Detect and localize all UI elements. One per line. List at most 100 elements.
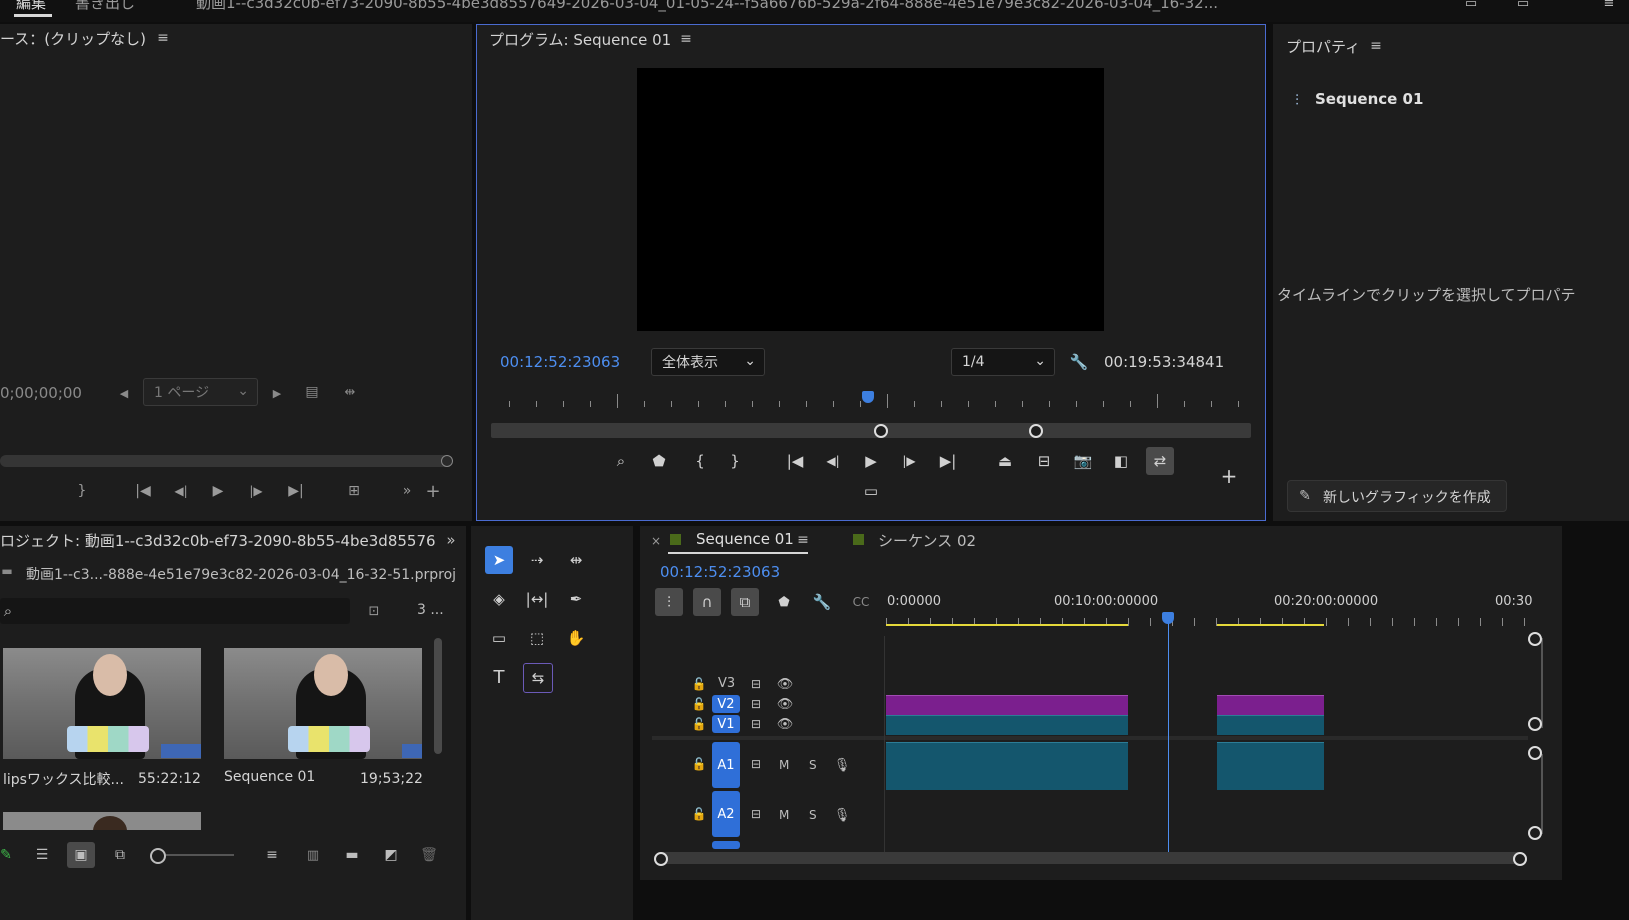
video-clip-v1[interactable] [1217,715,1324,735]
selection-tool-icon[interactable]: ➤ [485,546,513,574]
page-select[interactable]: 1 ページ ⌄ [143,378,258,406]
mute-button[interactable]: M [779,808,789,822]
fullscreen-icon[interactable]: ▭ [1514,0,1532,12]
insert-icon[interactable]: ⊞ [342,482,366,500]
panel-menu-icon[interactable]: ≡ [156,30,170,46]
sort-icon[interactable]: ≡ [263,846,281,864]
zoom-handle-right[interactable] [1029,424,1043,438]
write-protect-icon[interactable]: ✎ [0,846,12,864]
safe-margins-icon[interactable]: ▭ [857,477,885,505]
eye-icon[interactable]: 👁 [776,716,794,732]
solo-button[interactable]: S [809,758,817,772]
track-output-icon[interactable]: ⊟ [747,806,765,822]
video-scrollbar[interactable] [1529,638,1543,728]
razor-tool-icon[interactable]: ◈ [485,585,513,613]
clip-thumbnail[interactable] [3,812,201,830]
zoom-handle-right[interactable] [1513,852,1527,866]
panel-menu-icon[interactable]: ≡ [796,532,810,548]
freeform-view-icon[interactable]: ⧉ [108,846,132,864]
project-scrollbar[interactable] [434,638,442,754]
step-back-icon[interactable]: ◀| [819,447,847,475]
sequence-thumbnail[interactable] [224,648,422,759]
trash-icon[interactable]: 🗑 [420,846,438,864]
audio-clip-a1[interactable] [1217,742,1324,790]
mark-out-icon[interactable]: } [721,447,749,475]
find-bin-icon[interactable]: ⊡ [364,602,384,620]
mark-out-icon[interactable]: } [76,482,88,500]
track-select-tool-icon[interactable]: ⇢ [523,546,551,574]
track-label-a1[interactable]: A1 [712,742,740,788]
zoom-slider-track[interactable] [166,854,234,856]
menu-icon[interactable]: ≡ [1600,0,1618,12]
timeline-settings-wrench-icon[interactable]: 🔧 [808,588,836,616]
track-output-icon[interactable]: ⊟ [747,756,765,772]
track-lock-icon[interactable]: 🔓 [692,676,707,692]
more-panels-icon[interactable]: » [444,531,458,549]
timeline-playhead-handle[interactable] [1162,612,1174,624]
workspace-icon[interactable]: ▭ [1462,0,1480,12]
video-clip-v2[interactable] [886,695,1128,715]
scroll-handle[interactable] [1528,826,1542,840]
zoom-handle-left[interactable] [654,852,668,866]
track-label-v1[interactable]: V1 [712,715,740,733]
timeline-playhead-line[interactable] [1168,616,1169,852]
generative-extend-tool-icon[interactable]: ⇆ [523,663,553,693]
new-item-icon[interactable]: ◩ [382,846,400,864]
audio-scrollbar[interactable] [1529,754,1543,834]
ripple-edit-tool-icon[interactable]: ⇹ [562,546,590,574]
track-output-icon[interactable]: ⊟ [747,676,765,692]
captions-icon[interactable]: CC [847,588,875,616]
transform-tool-icon[interactable]: ⬚ [523,624,551,652]
play-icon[interactable]: ▶ [857,447,885,475]
track-lock-icon[interactable]: 🔓 [692,756,707,772]
eye-icon[interactable]: 👁 [776,696,794,712]
track-label-v2[interactable]: V2 [712,695,740,713]
track-output-icon[interactable]: ⊟ [747,696,765,712]
play-icon[interactable]: ▶ [210,482,226,500]
program-playhead[interactable] [862,391,874,403]
mute-button[interactable]: M [779,758,789,772]
project-search-input[interactable] [0,598,350,624]
lift-icon[interactable]: ⏏ [991,447,1019,475]
comparison-view-icon[interactable]: ◧ [1107,447,1135,475]
new-bin-icon[interactable]: ▬ [342,846,362,864]
add-button-icon[interactable]: + [1215,462,1243,490]
clip-thumbnail[interactable] [3,648,201,759]
step-forward-icon[interactable]: |▶ [895,447,923,475]
icon-view-icon[interactable]: ▣ [67,842,95,868]
track-label-a2[interactable]: A2 [712,791,740,837]
mark-in-icon[interactable]: { [686,447,714,475]
go-to-in-icon[interactable]: |◀ [781,447,809,475]
work-area-bar[interactable] [1217,624,1324,626]
program-ruler[interactable] [509,393,1241,409]
add-button-icon[interactable]: + [425,481,441,502]
slip-tool-icon[interactable]: |↔| [523,585,551,613]
tab-export[interactable]: 書き出し [75,0,135,13]
nest-sequence-icon[interactable]: ⫶ [655,588,683,616]
track-lock-icon[interactable]: 🔓 [692,716,707,732]
wrench-icon[interactable]: 🔧 [1070,353,1089,371]
extract-icon[interactable]: ⊟ [1030,447,1058,475]
video-clip-v1[interactable] [886,715,1128,735]
program-current-timecode[interactable]: 00:12:52:23063 [500,353,620,371]
prev-page-icon[interactable]: ◀ [118,386,130,400]
audio-waveform-icon[interactable]: ⇹ [340,384,360,400]
panel-menu-icon[interactable]: ≡ [679,31,693,47]
add-marker-icon[interactable]: ⬟ [770,588,798,616]
zoom-slider-handle-icon[interactable] [150,848,166,864]
source-scrubber-handle[interactable] [441,455,453,467]
source-timecode[interactable]: 0;00;00;00 [0,384,82,402]
panel-menu-icon[interactable]: ≡ [1369,38,1383,54]
next-page-icon[interactable]: ▶ [271,386,283,400]
track-label-v3[interactable]: V3 [718,676,735,691]
microphone-icon[interactable]: 🎙 [834,806,851,824]
video-clip-v2[interactable] [1217,695,1324,715]
source-scrubber[interactable] [0,455,450,467]
track-output-icon[interactable]: ⊟ [747,716,765,732]
list-view-icon[interactable]: ☰ [32,846,52,864]
audio-clip-a1[interactable] [886,742,1128,790]
zoom-select[interactable]: 全体表示 ⌄ [651,348,765,376]
marker-icon[interactable]: ⬟ [645,447,673,475]
track-lock-icon[interactable]: 🔓 [692,696,707,712]
go-to-in-icon[interactable]: |◀ [133,482,153,500]
